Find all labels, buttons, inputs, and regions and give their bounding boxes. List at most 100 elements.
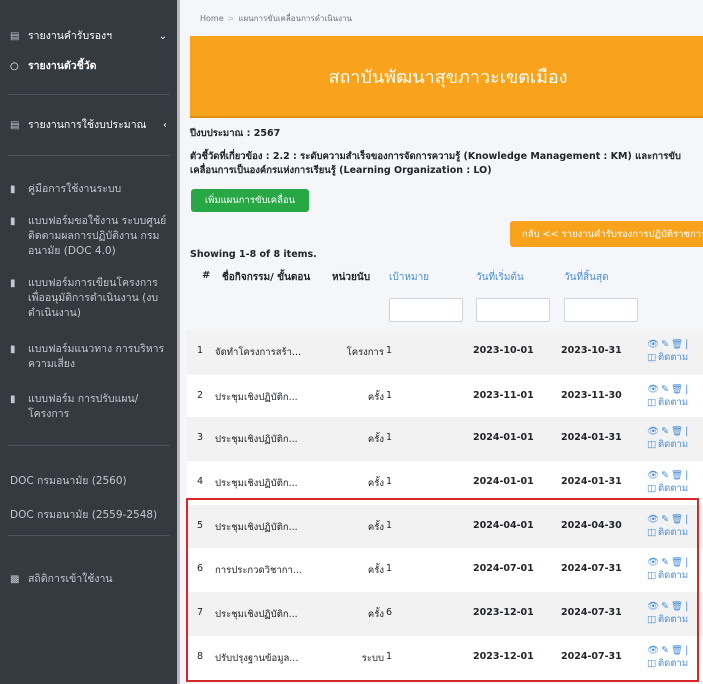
follow-icon[interactable]: ◫ [647, 526, 656, 539]
follow-link[interactable]: ติดตาม [658, 658, 688, 669]
delete-icon[interactable]: 🗑 [671, 513, 683, 526]
sidebar-item-doc-2560[interactable]: DOC กรมอนามัย (2560) [0, 474, 177, 489]
view-icon[interactable]: 👁 [647, 556, 659, 569]
follow-icon[interactable]: ◫ [647, 396, 656, 409]
chevron-down-icon: ⌄ [158, 31, 167, 42]
edit-icon[interactable]: ✎ [661, 600, 669, 613]
sidebar-divider [8, 445, 170, 446]
follow-icon[interactable]: ◫ [647, 657, 656, 670]
row-num: 2 [197, 390, 204, 401]
edit-icon[interactable]: ✎ [661, 513, 669, 526]
view-icon[interactable]: 👁 [647, 383, 659, 396]
target-filter-input[interactable] [389, 298, 463, 322]
row-target: 1 [386, 345, 393, 356]
start-filter-input[interactable] [476, 298, 550, 322]
sidebar-item-label: แบบฟอร์มการเขียนโครงการ เพื่ออนุมัติการด… [28, 277, 159, 319]
row-activity: ประชุมเชิงปฏิบัติก... [215, 392, 298, 403]
table-row: 1 จัดทำโครงการสร้า... โครงการ 1 2023-10-01 20… [187, 330, 703, 374]
view-icon[interactable]: 👁 [647, 600, 659, 613]
row-num: 4 [197, 476, 204, 487]
sidebar-item-label: แบบฟอร์มขอใช้งาน ระบบศูนย์ติดตามผลการปฏิ… [28, 215, 167, 257]
row-activity: ประชุมเชิงปฏิบัติก... [215, 522, 298, 533]
sidebar-divider [8, 155, 170, 156]
follow-link[interactable]: ติดตาม [658, 439, 688, 450]
sidebar-item-doc40-form[interactable]: ▮ แบบฟอร์มขอใช้งาน ระบบศูนย์ติดตามผลการป… [0, 214, 177, 259]
delete-icon[interactable]: 🗑 [671, 644, 683, 657]
edit-icon[interactable]: ✎ [661, 469, 669, 482]
sidebar-item-project-form[interactable]: ▮ แบบฟอร์มการเขียนโครงการ เพื่ออนุมัติกา… [0, 276, 177, 321]
delete-icon[interactable]: 🗑 [671, 469, 683, 482]
follow-icon[interactable]: ◫ [647, 569, 656, 582]
banner-title: สถาบันพัฒนาสุขภาวะเขตเมือง [328, 66, 568, 88]
back-button[interactable]: กลับ << รายงานคำรับรองการปฏิบัติราชการ [510, 221, 703, 247]
row-unit: ระบบ [361, 653, 384, 664]
follow-link[interactable]: ติดตาม [658, 570, 688, 581]
view-icon[interactable]: 👁 [647, 644, 659, 657]
sidebar-item-label: DOC กรมอนามัย (2559-2548) [10, 509, 158, 521]
view-icon[interactable]: 👁 [647, 469, 659, 482]
follow-link[interactable]: ติดตาม [658, 614, 688, 625]
sidebar-item-risk-form[interactable]: ▮ แบบฟอร์มแนวทาง การบริหารความเสี่ยง [0, 342, 177, 372]
header-start[interactable]: วันที่เริ่มต้น [476, 270, 524, 285]
sidebar-divider [8, 535, 170, 536]
sidebar-item-adjust-form[interactable]: ▮ แบบฟอร์ม การปรับแผน/โครงการ [0, 392, 177, 422]
row-actions: 👁 ✎ 🗑 | ◫ ติดตาม [647, 600, 689, 626]
follow-icon[interactable]: ◫ [647, 482, 656, 495]
row-actions: 👁 ✎ 🗑 | ◫ ติดตาม [647, 469, 689, 495]
follow-link[interactable]: ติดตาม [658, 527, 688, 538]
file-icon: ▤ [10, 120, 20, 131]
delete-icon[interactable]: 🗑 [671, 600, 683, 613]
sidebar-item-indicator-report[interactable]: ○ รายงานตัวชี้วัด [0, 59, 177, 74]
sidebar-item-label: รายงานตัวชี้วัด [28, 60, 97, 72]
book-icon: ▮ [10, 394, 16, 405]
circle-icon: ○ [10, 61, 19, 72]
row-end-date: 2023-10-31 [561, 345, 622, 356]
edit-icon[interactable]: ✎ [661, 556, 669, 569]
book-icon: ▮ [10, 184, 16, 195]
header-activity: ชื่อกิจกรรม/ ขั้นตอน [222, 272, 311, 283]
sidebar-item-certification-report[interactable]: ▤ รายงานคำรับรองฯ ⌄ [0, 29, 177, 44]
row-actions: 👁 ✎ 🗑 | ◫ ติดตาม [647, 338, 689, 364]
row-end-date: 2024-07-31 [561, 607, 622, 618]
table-row: 6 การประกวดวิชากา... ครั้ง 1 2024-07-01 2024-… [187, 548, 703, 592]
view-icon[interactable]: 👁 [647, 338, 659, 351]
row-target: 1 [386, 390, 393, 401]
follow-link[interactable]: ติดตาม [658, 352, 688, 363]
delete-icon[interactable]: 🗑 [671, 338, 683, 351]
view-icon[interactable]: 👁 [647, 513, 659, 526]
row-activity: ประชุมเชิงปฏิบัติก... [215, 434, 298, 445]
follow-icon[interactable]: ◫ [647, 613, 656, 626]
sidebar-item-manual[interactable]: ▮ คู่มือการใช้งานระบบ [0, 182, 177, 197]
sidebar-item-budget-report[interactable]: ▤ รายงานการใช้งบประมาณ ‹ [0, 118, 177, 133]
table-row: 3 ประชุมเชิงปฏิบัติก... ครั้ง 1 2024-01-01 20… [187, 417, 703, 461]
follow-link[interactable]: ติดตาม [658, 483, 688, 494]
row-start-date: 2024-07-01 [473, 563, 534, 574]
row-actions: 👁 ✎ 🗑 | ◫ ติดตาม [647, 556, 689, 582]
header-target[interactable]: เป้าหมาย [389, 270, 429, 285]
add-plan-button[interactable]: เพิ่มแผนการขับเคลื่อน [191, 189, 309, 212]
sidebar-item-doc-2559[interactable]: DOC กรมอนามัย (2559-2548) [0, 508, 177, 523]
sidebar-item-statistics[interactable]: ▩ สถิติการเข้าใช้งาน [0, 572, 177, 587]
edit-icon[interactable]: ✎ [661, 425, 669, 438]
row-actions: 👁 ✎ 🗑 | ◫ ติดตาม [647, 644, 689, 670]
edit-icon[interactable]: ✎ [661, 338, 669, 351]
end-filter-input[interactable] [564, 298, 638, 322]
row-activity: ประชุมเชิงปฏิบัติก... [215, 609, 298, 620]
edit-icon[interactable]: ✎ [661, 644, 669, 657]
header-end[interactable]: วันที่สิ้นสุด [564, 270, 609, 285]
breadcrumb-home[interactable]: Home [200, 14, 224, 23]
delete-icon[interactable]: 🗑 [671, 383, 683, 396]
follow-icon[interactable]: ◫ [647, 438, 656, 451]
edit-icon[interactable]: ✎ [661, 383, 669, 396]
row-num: 5 [197, 520, 204, 531]
follow-icon[interactable]: ◫ [647, 351, 656, 364]
row-start-date: 2024-01-01 [473, 476, 534, 487]
follow-link[interactable]: ติดตาม [658, 397, 688, 408]
delete-icon[interactable]: 🗑 [671, 556, 683, 569]
header-num: # [202, 270, 211, 281]
view-icon[interactable]: 👁 [647, 425, 659, 438]
sidebar-divider [8, 94, 170, 95]
delete-icon[interactable]: 🗑 [671, 425, 683, 438]
sidebar-item-label: แบบฟอร์มแนวทาง การบริหารความเสี่ยง [28, 343, 165, 370]
row-actions: 👁 ✎ 🗑 | ◫ ติดตาม [647, 425, 689, 451]
